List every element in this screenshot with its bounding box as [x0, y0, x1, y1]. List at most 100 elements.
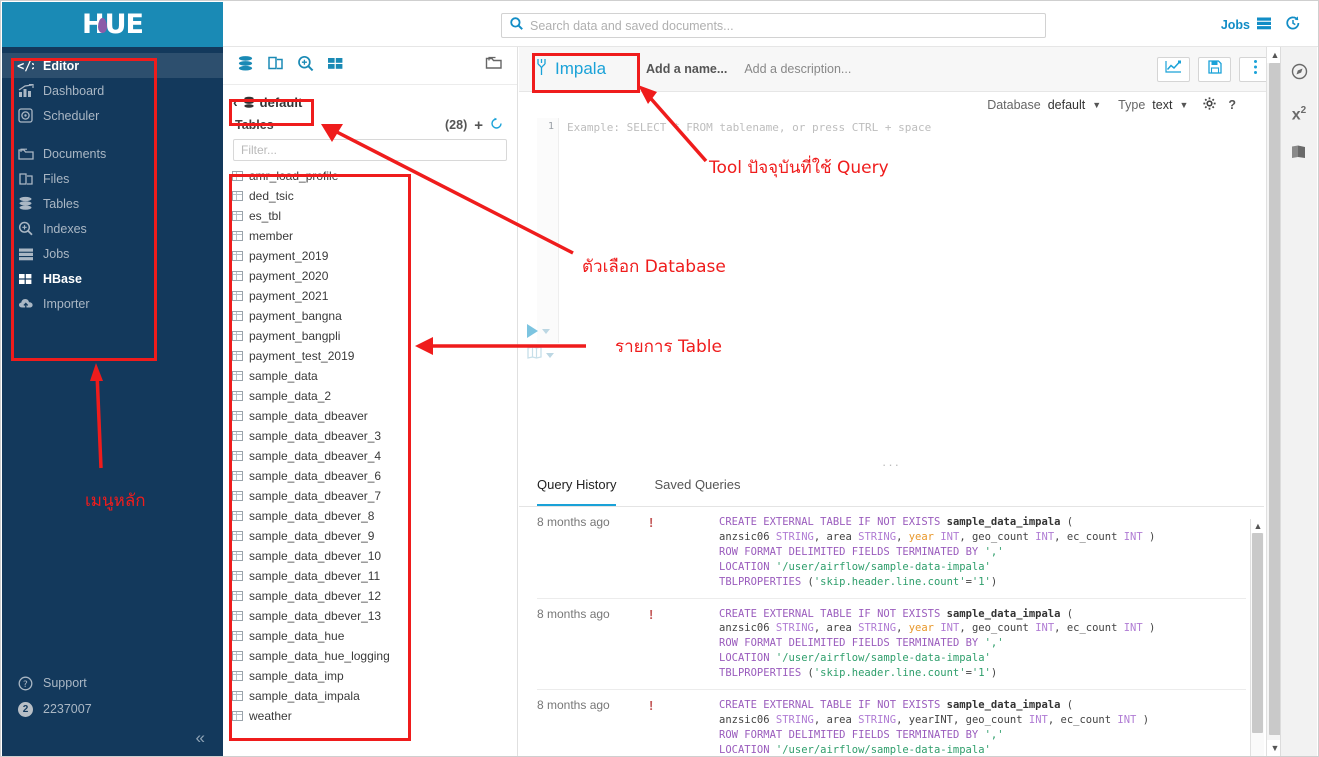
sidebar-item-dashboard[interactable]: Dashboard [2, 78, 223, 103]
database-value[interactable]: default [1048, 98, 1086, 112]
chevron-down-icon[interactable]: ▼ [1179, 100, 1188, 110]
global-search[interactable] [501, 13, 1046, 38]
sidebar-item-editor[interactable]: </> Editor [2, 53, 223, 78]
table-list-item[interactable]: payment_2021 [232, 286, 517, 306]
tab-saved-queries[interactable]: Saved Queries [654, 477, 740, 506]
table-list-item[interactable]: member [232, 226, 517, 246]
table-list-item[interactable]: sample_data_dbever_9 [232, 526, 517, 546]
hue-logo[interactable]: HUE [2, 2, 223, 47]
jobs-button[interactable]: Jobs [1221, 16, 1272, 33]
table-list-item[interactable]: sample_data_dbeaver_3 [232, 426, 517, 446]
sidebar-item-label: HBase [43, 272, 82, 286]
table-list[interactable]: amr_load_profileded_tsices_tblmember paym… [223, 166, 517, 726]
compass-icon[interactable] [1291, 63, 1308, 85]
add-description-button[interactable]: Add a description... [744, 62, 851, 76]
table-list-item[interactable]: sample_data_dbever_12 [232, 586, 517, 606]
search-icon[interactable] [297, 55, 314, 77]
table-list-item[interactable]: payment_2020 [232, 266, 517, 286]
search-input[interactable] [530, 19, 1037, 33]
table-list-item[interactable]: sample_data_dbever_11 [232, 566, 517, 586]
table-name: sample_data_impala [249, 689, 360, 703]
table-list-item[interactable]: sample_data_dbeaver_4 [232, 446, 517, 466]
table-list-item[interactable]: sample_data_hue [232, 626, 517, 646]
tab-query-history[interactable]: Query History [537, 477, 616, 506]
sidebar-item-files[interactable]: Files [2, 166, 223, 191]
table-list-item[interactable]: amr_load_profile [232, 166, 517, 186]
history-scrollbar[interactable]: ▲ [1250, 519, 1264, 756]
table-list-item[interactable]: weather [232, 706, 517, 726]
table-list-item[interactable]: payment_bangna [232, 306, 517, 326]
code-editor[interactable]: 1 Example: SELECT * FROM tablename, or p… [519, 118, 1236, 343]
history-row[interactable]: 8 months ago!CREATE EXTERNAL TABLE IF NO… [537, 690, 1246, 757]
history-button[interactable] [1285, 15, 1301, 34]
sidebar-item-user[interactable]: 2 2237007 [2, 696, 223, 722]
chevron-down-icon[interactable] [546, 353, 554, 358]
type-value[interactable]: text [1152, 98, 1172, 112]
table-icon [232, 191, 243, 201]
filter-input[interactable] [241, 143, 499, 157]
database-icon[interactable] [237, 55, 254, 77]
table-list-item[interactable]: sample_data_2 [232, 386, 517, 406]
x-squared-icon[interactable]: x2 [1292, 105, 1306, 124]
table-list-item[interactable]: sample_data [232, 366, 517, 386]
sidebar-item-jobs[interactable]: Jobs [2, 241, 223, 266]
sidebar-collapse-button[interactable]: « [2, 728, 223, 748]
table-list-item[interactable]: sample_data_dbever_8 [232, 506, 517, 526]
table-list-item[interactable]: payment_test_2019 [232, 346, 517, 366]
history-scrollbar-thumb[interactable] [1252, 533, 1263, 733]
chevron-left-icon[interactable]: ‹ [233, 94, 238, 110]
chart-button[interactable] [1157, 57, 1190, 82]
table-list-item[interactable]: payment_bangpli [232, 326, 517, 346]
plus-icon[interactable]: + [474, 118, 483, 133]
table-list-item[interactable]: ded_tsic [232, 186, 517, 206]
sidebar-item-indexes[interactable]: Indexes [2, 216, 223, 241]
table-name: payment_bangna [249, 309, 342, 323]
table-list-item[interactable]: sample_data_dbever_13 [232, 606, 517, 626]
save-button[interactable] [1198, 57, 1231, 82]
add-name-button[interactable]: Add a name... [646, 62, 727, 76]
documents-icon[interactable] [267, 55, 284, 76]
editor-tab-impala[interactable]: Impala [529, 54, 618, 85]
chevron-down-icon[interactable]: ▼ [1092, 100, 1101, 110]
table-name: payment_2019 [249, 249, 328, 263]
book-icon[interactable] [1290, 144, 1308, 165]
chevron-down-icon[interactable] [542, 329, 550, 334]
database-selector[interactable]: ‹ default [223, 89, 517, 115]
refresh-icon[interactable] [490, 117, 503, 133]
tables-header: Tables (28) + [223, 115, 517, 135]
table-list-item[interactable]: sample_data_hue_logging [232, 646, 517, 666]
book-icon[interactable] [527, 346, 542, 364]
table-list-item[interactable]: sample_data_dbever_10 [232, 546, 517, 566]
resize-handle[interactable]: ··· [519, 457, 1264, 469]
table-list-item[interactable]: sample_data_dbeaver [232, 406, 517, 426]
table-filter[interactable] [233, 139, 507, 161]
play-icon[interactable] [527, 324, 538, 338]
table-name: sample_data_dbeaver [249, 409, 368, 423]
sidebar: HUE </> Editor [2, 2, 223, 756]
sidebar-item-scheduler[interactable]: Scheduler [2, 103, 223, 128]
sidebar-item-documents[interactable]: Documents [2, 141, 223, 166]
sidebar-item-importer[interactable]: Importer [2, 291, 223, 316]
folder-open-icon[interactable] [485, 55, 503, 76]
sidebar-item-tables[interactable]: Tables [2, 191, 223, 216]
explain-query-row[interactable] [527, 343, 567, 367]
assist-panel-toolbar [223, 47, 517, 85]
table-list-item[interactable]: es_tbl [232, 206, 517, 226]
table-list-item[interactable]: payment_2019 [232, 246, 517, 266]
question-icon[interactable]: ? [1228, 98, 1236, 112]
run-query-row[interactable] [527, 319, 567, 343]
gear-icon[interactable] [1203, 97, 1216, 113]
history-row[interactable]: 8 months ago!CREATE EXTERNAL TABLE IF NO… [537, 507, 1246, 599]
history-row[interactable]: 8 months ago!CREATE EXTERNAL TABLE IF NO… [537, 599, 1246, 691]
table-list-item[interactable]: sample_data_imp [232, 666, 517, 686]
sidebar-item-hbase[interactable]: HBase [2, 266, 223, 291]
table-icon [232, 471, 243, 481]
table-list-item[interactable]: sample_data_dbeaver_6 [232, 466, 517, 486]
table-list-item[interactable]: sample_data_impala [232, 686, 517, 706]
grid-icon[interactable] [327, 56, 344, 76]
sidebar-item-support[interactable]: ? Support [2, 670, 223, 696]
history-scroll-up-arrow[interactable]: ▲ [1251, 519, 1265, 533]
line-number: 1 [548, 121, 554, 132]
table-icon [232, 251, 243, 261]
table-list-item[interactable]: sample_data_dbeaver_7 [232, 486, 517, 506]
